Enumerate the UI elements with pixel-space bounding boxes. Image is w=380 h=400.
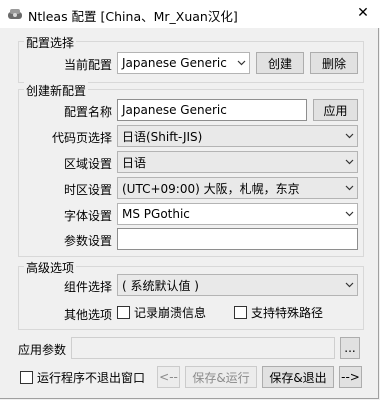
component-label: 组件选择 — [64, 280, 113, 294]
params-input[interactable] — [117, 228, 358, 250]
save-run-button-label: 保存&运行 — [192, 370, 250, 385]
back-button[interactable]: <-- — [157, 366, 180, 388]
crash-log-label: 记录崩溃信息 — [134, 306, 207, 320]
chevron-down-icon — [341, 159, 357, 165]
keep-open-label: 运行程序不退出窗口 — [37, 371, 146, 385]
font-label: 字体设置 — [64, 209, 113, 223]
timezone-label: 时区设置 — [64, 183, 113, 197]
apply-button-label: 应用 — [323, 103, 348, 118]
save-exit-button[interactable]: 保存&退出 — [262, 366, 334, 388]
chevron-down-icon — [341, 133, 357, 139]
create-button[interactable]: 创建 — [256, 52, 304, 74]
ntleas-app-icon — [7, 6, 23, 22]
codepage-select[interactable]: 日语(Shift-JIS) — [117, 125, 358, 147]
advanced-group-title: 高级选项 — [24, 259, 77, 276]
next-button-label: --> — [341, 370, 360, 384]
timezone-value: (UTC+09:00) 大阪，札幌，东京 — [122, 181, 300, 196]
keep-open-checkbox[interactable]: 运行程序不退出窗口 — [20, 369, 145, 386]
codepage-label: 代码页选择 — [52, 131, 113, 145]
create-config-group-title: 创建新配置 — [24, 82, 89, 99]
save-run-button[interactable]: 保存&运行 — [185, 366, 257, 388]
special-path-checkbox[interactable]: 支持特殊路径 — [234, 304, 323, 321]
browse-button[interactable]: ... — [340, 337, 360, 359]
app-params-input[interactable] — [71, 337, 335, 359]
region-value: 日语 — [122, 155, 147, 170]
checkbox-icon[interactable] — [20, 371, 33, 384]
chevron-down-icon — [233, 60, 249, 66]
delete-button-label: 删除 — [321, 56, 346, 71]
close-icon: ✕ — [357, 5, 369, 21]
font-value: MS PGothic — [122, 207, 190, 221]
font-select[interactable]: MS PGothic — [117, 203, 358, 225]
window-title: Ntleas 配置 [China、Mr_Xuan汉化] — [28, 9, 238, 24]
next-button[interactable]: --> — [339, 366, 362, 388]
create-button-label: 创建 — [267, 56, 292, 71]
chevron-down-icon — [341, 211, 357, 217]
checkbox-icon[interactable] — [234, 306, 247, 319]
current-config-select[interactable]: Japanese Generic — [117, 52, 250, 74]
codepage-value: 日语(Shift-JIS) — [122, 129, 203, 144]
checkbox-icon[interactable] — [117, 306, 130, 319]
save-exit-button-label: 保存&退出 — [269, 370, 327, 385]
browse-button-label: ... — [344, 341, 356, 355]
crash-log-checkbox[interactable]: 记录崩溃信息 — [117, 304, 206, 321]
back-button-label: <-- — [159, 370, 178, 384]
component-select[interactable]: ( 系统默认值 ) — [117, 274, 358, 296]
chevron-down-icon — [341, 282, 357, 288]
region-label: 区域设置 — [64, 157, 113, 171]
apply-button[interactable]: 应用 — [313, 99, 358, 121]
config-name-value: Japanese Generic — [122, 103, 227, 117]
app-params-label: 应用参数 — [18, 343, 67, 357]
component-value: ( 系统默认值 ) — [122, 278, 199, 293]
other-options-label: 其他选项 — [64, 308, 113, 322]
params-label: 参数设置 — [64, 234, 113, 248]
config-name-input[interactable]: Japanese Generic — [117, 99, 307, 121]
config-select-group-title: 配置选择 — [24, 34, 77, 51]
region-select[interactable]: 日语 — [117, 151, 358, 173]
title-bar: Ntleas 配置 [China、Mr_Xuan汉化] ✕ — [0, 0, 380, 28]
current-config-value: Japanese Generic — [122, 56, 227, 70]
current-config-label: 当前配置 — [64, 58, 113, 72]
special-path-label: 支持特殊路径 — [251, 306, 324, 320]
config-name-label: 配置名称 — [64, 105, 113, 119]
close-button[interactable]: ✕ — [352, 3, 374, 23]
timezone-select[interactable]: (UTC+09:00) 大阪，札幌，东京 — [117, 177, 358, 199]
delete-button[interactable]: 删除 — [310, 52, 358, 74]
chevron-down-icon — [341, 185, 357, 191]
